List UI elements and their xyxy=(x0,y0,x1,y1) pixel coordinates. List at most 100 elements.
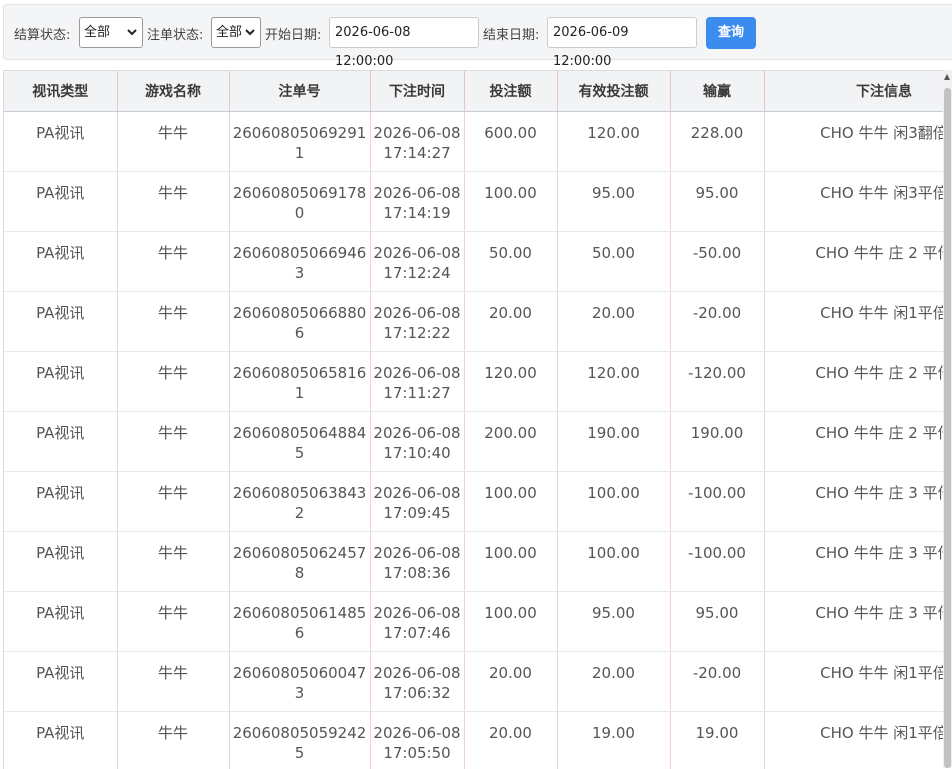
cell-game-name: 牛牛 xyxy=(117,112,229,172)
cell-order-no: 260608050658161 xyxy=(229,352,370,412)
table-row: PA视讯 牛牛 260608050624578 2026-06-08 17:08… xyxy=(4,532,952,592)
cell-bet-time: 2026-06-08 17:07:46 xyxy=(370,592,464,652)
cell-order-no: 260608050614856 xyxy=(229,592,370,652)
cell-win-loss: -120.00 xyxy=(670,352,764,412)
cell-bet-info: CHO 牛牛 庄 2 平倍 xyxy=(764,232,952,292)
cell-win-loss: -100.00 xyxy=(670,532,764,592)
col-header-bet-time[interactable]: 下注时间 xyxy=(370,71,464,112)
table-row: PA视讯 牛牛 260608050600473 2026-06-08 17:06… xyxy=(4,652,952,712)
cell-game-name: 牛牛 xyxy=(117,352,229,412)
cell-valid-bet: 95.00 xyxy=(557,172,670,232)
table-header-row: 视讯类型 游戏名称 注单号 下注时间 投注额 有效投注额 输赢 下注信息 xyxy=(4,71,952,112)
settle-status-label: 结算状态: xyxy=(14,24,70,43)
cell-win-loss: 228.00 xyxy=(670,112,764,172)
cell-bet-time: 2026-06-08 17:12:22 xyxy=(370,292,464,352)
cell-bet-time: 2026-06-08 17:05:50 xyxy=(370,712,464,769)
cell-video-type: PA视讯 xyxy=(4,472,117,532)
table-row: PA视讯 牛牛 260608050691780 2026-06-08 17:14… xyxy=(4,172,952,232)
cell-bet-time: 2026-06-08 17:14:19 xyxy=(370,172,464,232)
settle-status-select[interactable]: 全部 xyxy=(79,17,143,48)
col-header-game-name[interactable]: 游戏名称 xyxy=(117,71,229,112)
col-header-bet-info[interactable]: 下注信息 xyxy=(764,71,952,112)
chevron-down-icon xyxy=(243,25,257,39)
cell-bet-amount: 600.00 xyxy=(464,112,557,172)
cell-valid-bet: 100.00 xyxy=(557,532,670,592)
table-row: PA视讯 牛牛 260608050614856 2026-06-08 17:07… xyxy=(4,592,952,652)
cell-order-no: 260608050624578 xyxy=(229,532,370,592)
cell-game-name: 牛牛 xyxy=(117,592,229,652)
table-row: PA视讯 牛牛 260608050638432 2026-06-08 17:09… xyxy=(4,472,952,532)
cell-valid-bet: 120.00 xyxy=(557,112,670,172)
cell-bet-time: 2026-06-08 17:08:36 xyxy=(370,532,464,592)
cell-game-name: 牛牛 xyxy=(117,232,229,292)
cell-bet-amount: 100.00 xyxy=(464,172,557,232)
cell-valid-bet: 100.00 xyxy=(557,472,670,532)
cell-bet-amount: 100.00 xyxy=(464,532,557,592)
cell-order-no: 260608050668806 xyxy=(229,292,370,352)
cell-win-loss: 95.00 xyxy=(670,172,764,232)
cell-video-type: PA视讯 xyxy=(4,652,117,712)
cell-order-no: 260608050600473 xyxy=(229,652,370,712)
cell-video-type: PA视讯 xyxy=(4,592,117,652)
cell-win-loss: -100.00 xyxy=(670,472,764,532)
cell-game-name: 牛牛 xyxy=(117,652,229,712)
cell-bet-info: CHO 牛牛 庄 3 平倍 xyxy=(764,472,952,532)
settle-status-value: 全部 xyxy=(84,25,110,40)
bet-records-table: 视讯类型 游戏名称 注单号 下注时间 投注额 有效投注额 输赢 下注信息 PA视… xyxy=(3,70,952,769)
cell-game-name: 牛牛 xyxy=(117,472,229,532)
cell-video-type: PA视讯 xyxy=(4,112,117,172)
table-row: PA视讯 牛牛 260608050658161 2026-06-08 17:11… xyxy=(4,352,952,412)
order-status-value: 全部 xyxy=(216,25,242,40)
cell-win-loss: 190.00 xyxy=(670,412,764,472)
col-header-valid-bet[interactable]: 有效投注额 xyxy=(557,71,670,112)
cell-game-name: 牛牛 xyxy=(117,412,229,472)
cell-valid-bet: 120.00 xyxy=(557,352,670,412)
order-status-label: 注单状态: xyxy=(147,24,203,43)
col-header-win-loss[interactable]: 输赢 xyxy=(670,71,764,112)
query-button[interactable]: 查询 xyxy=(706,17,756,49)
order-status-select[interactable]: 全部 xyxy=(211,17,261,48)
cell-order-no: 260608050648845 xyxy=(229,412,370,472)
cell-order-no: 260608050691780 xyxy=(229,172,370,232)
end-date-label: 结束日期: xyxy=(483,24,539,43)
end-date-input[interactable]: 2026-06-09 12:00:00 xyxy=(547,17,697,48)
cell-order-no: 260608050592425 xyxy=(229,712,370,769)
cell-bet-info: CHO 牛牛 闲3平倍 xyxy=(764,172,952,232)
arrow-up-icon[interactable] xyxy=(944,74,950,80)
cell-bet-info: CHO 牛牛 闲1平倍 xyxy=(764,292,952,352)
cell-valid-bet: 19.00 xyxy=(557,712,670,769)
cell-valid-bet: 20.00 xyxy=(557,652,670,712)
cell-video-type: PA视讯 xyxy=(4,172,117,232)
scrollbar-thumb[interactable] xyxy=(944,88,951,768)
chevron-down-icon xyxy=(125,25,139,39)
cell-bet-info: CHO 牛牛 庄 3 平倍 xyxy=(764,532,952,592)
start-date-input[interactable]: 2026-06-08 12:00:00 xyxy=(329,17,479,48)
col-header-order-no[interactable]: 注单号 xyxy=(229,71,370,112)
cell-win-loss: 95.00 xyxy=(670,592,764,652)
cell-bet-amount: 100.00 xyxy=(464,592,557,652)
table-row: PA视讯 牛牛 260608050592425 2026-06-08 17:05… xyxy=(4,712,952,769)
cell-bet-amount: 20.00 xyxy=(464,652,557,712)
col-header-bet-amount[interactable]: 投注额 xyxy=(464,71,557,112)
col-header-video-type[interactable]: 视讯类型 xyxy=(4,71,117,112)
start-date-label: 开始日期: xyxy=(265,24,321,43)
cell-video-type: PA视讯 xyxy=(4,292,117,352)
table-row: PA视讯 牛牛 260608050648845 2026-06-08 17:10… xyxy=(4,412,952,472)
cell-bet-time: 2026-06-08 17:10:40 xyxy=(370,412,464,472)
cell-bet-info: CHO 牛牛 闲1平倍 xyxy=(764,652,952,712)
cell-bet-amount: 200.00 xyxy=(464,412,557,472)
cell-game-name: 牛牛 xyxy=(117,172,229,232)
vertical-scrollbar[interactable] xyxy=(943,70,952,768)
cell-bet-info: CHO 牛牛 闲1平倍 xyxy=(764,712,952,769)
cell-bet-info: CHO 牛牛 闲3翻倍 xyxy=(764,112,952,172)
cell-win-loss: -20.00 xyxy=(670,652,764,712)
cell-valid-bet: 20.00 xyxy=(557,292,670,352)
cell-video-type: PA视讯 xyxy=(4,352,117,412)
cell-bet-info: CHO 牛牛 庄 2 平倍 xyxy=(764,352,952,412)
cell-bet-amount: 120.00 xyxy=(464,352,557,412)
cell-bet-amount: 50.00 xyxy=(464,232,557,292)
cell-game-name: 牛牛 xyxy=(117,532,229,592)
cell-video-type: PA视讯 xyxy=(4,232,117,292)
cell-bet-time: 2026-06-08 17:12:24 xyxy=(370,232,464,292)
cell-order-no: 260608050638432 xyxy=(229,472,370,532)
